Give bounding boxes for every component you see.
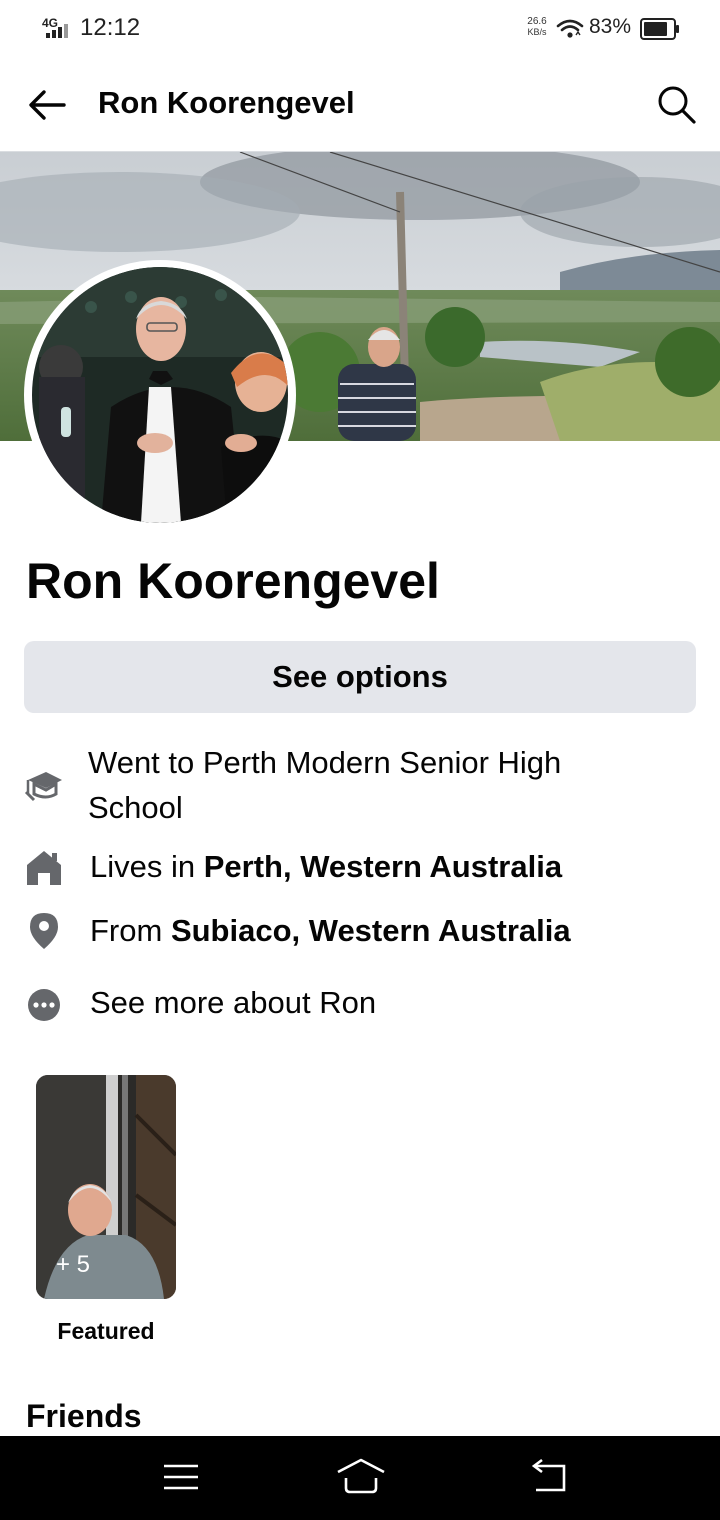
home-icon[interactable]	[334, 1454, 388, 1498]
cellular-signal-icon: 4G	[40, 16, 76, 42]
from-text: From Subiaco, Western Australia	[90, 908, 650, 953]
featured-label: Featured	[57, 1318, 155, 1344]
more-dots-icon	[28, 989, 60, 1021]
system-nav-bar	[0, 1436, 720, 1520]
house-icon	[27, 851, 61, 885]
map-pin-icon	[30, 913, 58, 949]
graduation-cap-icon	[24, 772, 62, 802]
friends-section-title: Friends	[26, 1398, 142, 1434]
from-row[interactable]: From Subiaco, Western Australia	[0, 908, 720, 954]
back-icon[interactable]	[528, 1456, 570, 1498]
see-more-about-text: See more about Ron	[90, 985, 377, 1020]
lives-in-row[interactable]: Lives in Perth, Western Australia	[0, 844, 720, 890]
status-bar: 4G 12:12 26.6 KB/s 83%	[0, 0, 720, 58]
battery-icon	[640, 18, 679, 40]
see-options-button[interactable]: See options	[24, 641, 696, 713]
battery-percent: 83%	[589, 15, 632, 38]
back-arrow-icon[interactable]	[22, 80, 72, 130]
from-prefix: From	[90, 913, 171, 948]
featured-count: + 5	[56, 1251, 91, 1278]
network-speed: 26.6 KB/s	[522, 16, 552, 38]
page-title: Ron Koorengevel	[98, 85, 355, 120]
profile-picture[interactable]	[24, 260, 296, 530]
lives-in-text: Lives in Perth, Western Australia	[90, 844, 650, 889]
search-icon[interactable]	[652, 80, 700, 130]
network-speed-value: 26.6	[527, 16, 547, 27]
status-time: 12:12	[80, 14, 141, 41]
profile-name: Ron Koorengevel	[26, 553, 440, 609]
app-header: Ron Koorengevel	[0, 58, 720, 152]
wifi-icon	[556, 19, 584, 38]
education-row[interactable]: Went to Perth Modern Senior High School	[0, 740, 720, 832]
education-text: Went to Perth Modern Senior High School	[88, 745, 562, 825]
lives-in-place[interactable]: Perth, Western Australia	[204, 849, 562, 884]
network-speed-unit: KB/s	[527, 27, 547, 37]
lives-in-prefix: Lives in	[90, 849, 204, 884]
from-place[interactable]: Subiaco, Western Australia	[171, 913, 571, 948]
recent-apps-icon[interactable]	[160, 1456, 202, 1498]
featured-collection[interactable]: + 5	[36, 1075, 176, 1299]
see-more-about-row[interactable]: See more about Ron	[0, 980, 720, 1026]
network-type: 4G	[42, 16, 59, 30]
